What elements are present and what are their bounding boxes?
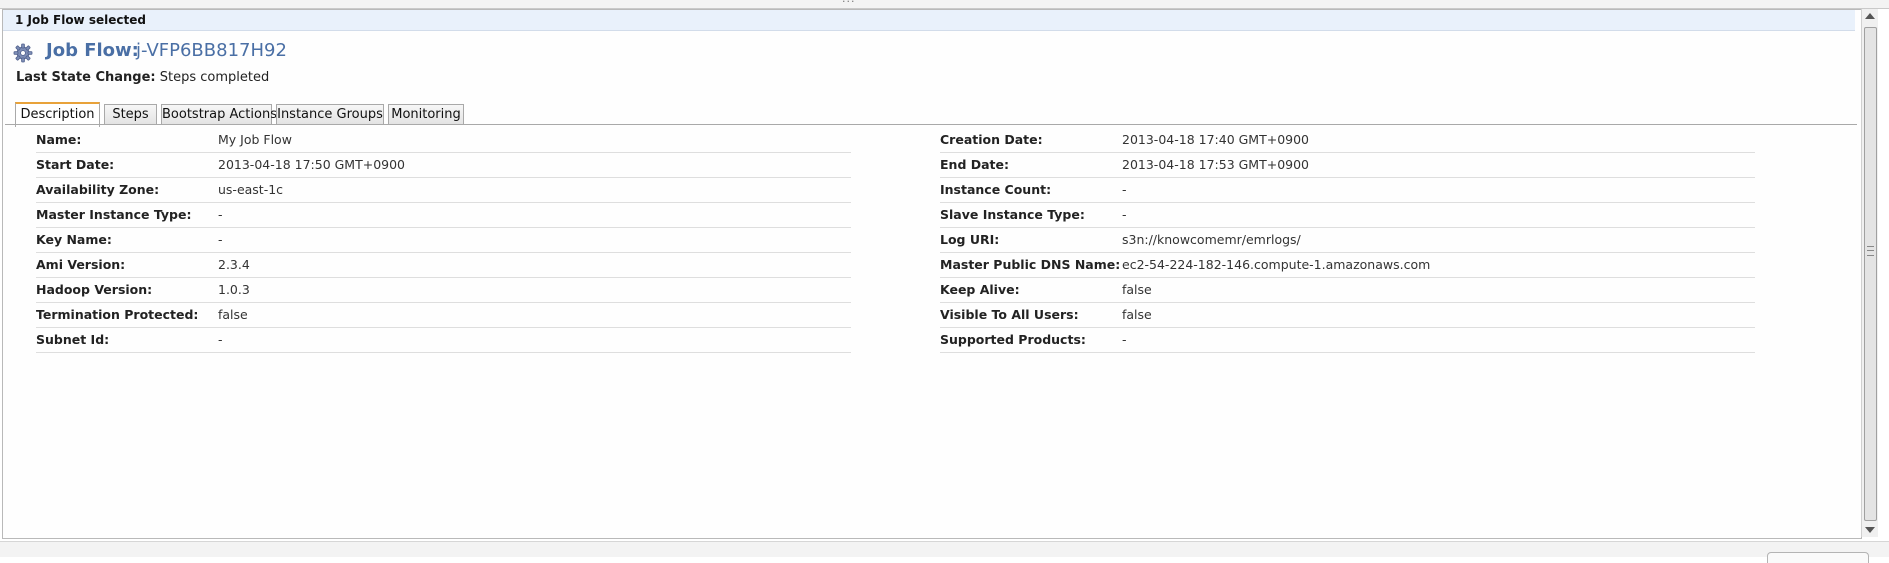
detail-key: Instance Count: bbox=[940, 182, 1052, 197]
detail-row-availability-zone: Availability Zone: us-east-1c bbox=[36, 178, 851, 203]
splitter-grip-icon[interactable]: ··· bbox=[842, 0, 856, 8]
detail-value: - bbox=[218, 207, 223, 222]
detail-value: - bbox=[1122, 207, 1127, 222]
scrollbar-grip-icon bbox=[1867, 246, 1874, 256]
pane-splitter[interactable]: ··· bbox=[0, 0, 1889, 9]
detail-row-name: Name: My Job Flow bbox=[36, 128, 851, 153]
detail-row-instance-count: Instance Count: - bbox=[940, 178, 1755, 203]
tab-monitoring[interactable]: Monitoring bbox=[388, 104, 464, 125]
job-flow-id: j-VFP6BB817H92 bbox=[136, 40, 287, 61]
detail-row-termination-protected: Termination Protected: false bbox=[36, 303, 851, 328]
detail-key: Log URI: bbox=[940, 232, 1000, 247]
scroll-down-icon[interactable] bbox=[1865, 527, 1875, 533]
detail-key: Start Date: bbox=[36, 157, 115, 172]
detail-row-ami-version: Ami Version: 2.3.4 bbox=[36, 253, 851, 278]
tab-bootstrap-actions[interactable]: Bootstrap Actions bbox=[161, 104, 277, 125]
detail-row-start-date: Start Date: 2013-04-18 17:50 GMT+0900 bbox=[36, 153, 851, 178]
detail-value: us-east-1c bbox=[218, 182, 284, 197]
detail-key: Slave Instance Type: bbox=[940, 207, 1085, 222]
detail-key: Subnet Id: bbox=[36, 332, 110, 347]
bottom-status-bar bbox=[0, 541, 1889, 563]
detail-key: Visible To All Users: bbox=[940, 307, 1079, 322]
detail-row-log-uri: Log URI: s3n://knowcomemr/emrlogs/ bbox=[940, 228, 1755, 253]
detail-value: - bbox=[218, 332, 223, 347]
last-state-change: Last State Change: Steps completed bbox=[16, 70, 269, 85]
detail-value: My Job Flow bbox=[218, 132, 292, 147]
detail-value: 2013-04-18 17:40 GMT+0900 bbox=[1122, 132, 1310, 147]
details-left-column: Name: My Job Flow Start Date: 2013-04-18… bbox=[36, 128, 851, 353]
detail-key: Hadoop Version: bbox=[36, 282, 153, 297]
detail-row-supported-products: Supported Products: - bbox=[940, 328, 1755, 353]
detail-value: - bbox=[218, 232, 223, 247]
detail-row-subnet-id: Subnet Id: - bbox=[36, 328, 851, 353]
detail-key: Master Instance Type: bbox=[36, 207, 192, 222]
selection-status-bar: 1 Job Flow selected bbox=[3, 10, 1855, 31]
detail-key: Termination Protected: bbox=[36, 307, 199, 322]
scrollbar-thumb[interactable] bbox=[1864, 27, 1877, 521]
vertical-scrollbar[interactable] bbox=[1861, 9, 1878, 537]
detail-value: 1.0.3 bbox=[218, 282, 250, 297]
detail-value: 2.3.4 bbox=[218, 257, 250, 272]
detail-key: Keep Alive: bbox=[940, 282, 1020, 297]
detail-value: false bbox=[1122, 282, 1152, 297]
detail-value: - bbox=[1122, 182, 1127, 197]
last-state-change-value: Steps completed bbox=[159, 70, 270, 85]
detail-value: false bbox=[218, 307, 248, 322]
detail-key: Name: bbox=[36, 132, 82, 147]
detail-row-hadoop-version: Hadoop Version: 1.0.3 bbox=[36, 278, 851, 303]
last-state-change-label: Last State Change: bbox=[16, 70, 156, 85]
detail-value: 2013-04-18 17:50 GMT+0900 bbox=[218, 157, 406, 172]
detail-value: s3n://knowcomemr/emrlogs/ bbox=[1122, 232, 1301, 247]
detail-key: Key Name: bbox=[36, 232, 112, 247]
tab-strip-divider bbox=[5, 124, 1857, 125]
detail-value: false bbox=[1122, 307, 1152, 322]
job-flow-details-frame: ··· 1 Job Flow selected Job Flow: j-VFP6… bbox=[0, 0, 1889, 563]
detail-value: - bbox=[1122, 332, 1127, 347]
gear-icon bbox=[13, 43, 33, 63]
detail-row-creation-date: Creation Date: 2013-04-18 17:40 GMT+0900 bbox=[940, 128, 1755, 153]
detail-row-master-instance-type: Master Instance Type: - bbox=[36, 203, 851, 228]
detail-row-master-public-dns: Master Public DNS Name: ec2-54-224-182-1… bbox=[940, 253, 1755, 278]
detail-key: End Date: bbox=[940, 157, 1010, 172]
corner-button[interactable] bbox=[1767, 552, 1869, 563]
detail-key: Master Public DNS Name: bbox=[940, 257, 1121, 272]
detail-row-key-name: Key Name: - bbox=[36, 228, 851, 253]
detail-key: Ami Version: bbox=[36, 257, 126, 272]
detail-row-keep-alive: Keep Alive: false bbox=[940, 278, 1755, 303]
detail-row-slave-instance-type: Slave Instance Type: - bbox=[940, 203, 1755, 228]
scroll-up-icon[interactable] bbox=[1865, 13, 1875, 19]
detail-value: ec2-54-224-182-146.compute-1.amazonaws.c… bbox=[1122, 257, 1431, 272]
tab-instance-groups[interactable]: Instance Groups bbox=[276, 104, 384, 125]
detail-value: 2013-04-18 17:53 GMT+0900 bbox=[1122, 157, 1310, 172]
selection-count-text: 1 Job Flow selected bbox=[15, 13, 146, 27]
detail-row-end-date: End Date: 2013-04-18 17:53 GMT+0900 bbox=[940, 153, 1755, 178]
tab-steps[interactable]: Steps bbox=[104, 104, 157, 125]
detail-key: Supported Products: bbox=[940, 332, 1086, 347]
detail-key: Creation Date: bbox=[940, 132, 1043, 147]
detail-key: Availability Zone: bbox=[36, 182, 160, 197]
details-panel: 1 Job Flow selected Job Flow: j-VFP6BB81… bbox=[2, 9, 1862, 539]
detail-row-visible-to-all-users: Visible To All Users: false bbox=[940, 303, 1755, 328]
job-flow-title-label: Job Flow: bbox=[46, 40, 139, 61]
details-right-column: Creation Date: 2013-04-18 17:40 GMT+0900… bbox=[940, 128, 1755, 353]
